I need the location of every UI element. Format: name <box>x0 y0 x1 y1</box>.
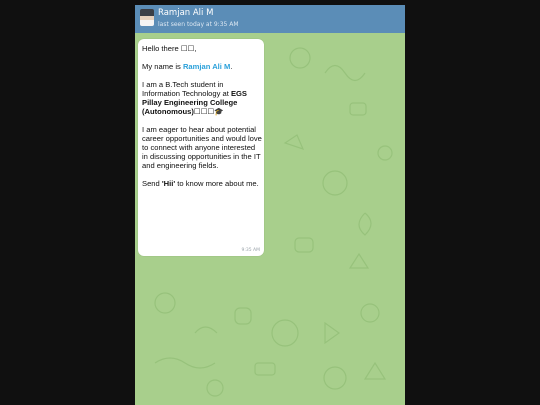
message-text: Hello there ☐☐, My name is Ramjan Ali M.… <box>142 44 262 197</box>
keyword: 'Hii' <box>161 179 176 188</box>
intro-prefix: I am a B.Tech student in Information Tec… <box>142 80 231 98</box>
name-suffix: . <box>230 62 233 71</box>
name-line: My name is Ramjan Ali M. <box>142 62 262 71</box>
send-line: Send 'Hii' to know more about me. <box>142 179 262 188</box>
chat-screen: Ramjan Ali M last seen today at 9:35 AM <box>135 5 405 405</box>
name-prefix: My name is <box>142 62 183 71</box>
send-prefix: Send <box>142 179 162 188</box>
send-suffix: to know more about me. <box>175 179 259 188</box>
intro-paragraph: I am a B.Tech student in Information Tec… <box>142 80 262 116</box>
last-seen-status: last seen today at 9:35 AM <box>158 21 239 28</box>
interest-paragraph: I am eager to hear about potential caree… <box>142 125 262 170</box>
contact-name[interactable]: Ramjan Ali M <box>158 8 213 18</box>
intro-suffix: ☐☐☐🎓 <box>193 107 224 116</box>
chat-header[interactable]: Ramjan Ali M last seen today at 9:35 AM <box>135 5 405 33</box>
message-time: 9:35 AM <box>241 248 261 253</box>
greeting-line: Hello there ☐☐, <box>142 44 197 53</box>
mention-name[interactable]: Ramjan Ali M <box>183 62 230 71</box>
message-bubble[interactable]: Hello there ☐☐, My name is Ramjan Ali M.… <box>138 39 264 256</box>
contact-avatar[interactable] <box>140 9 154 26</box>
